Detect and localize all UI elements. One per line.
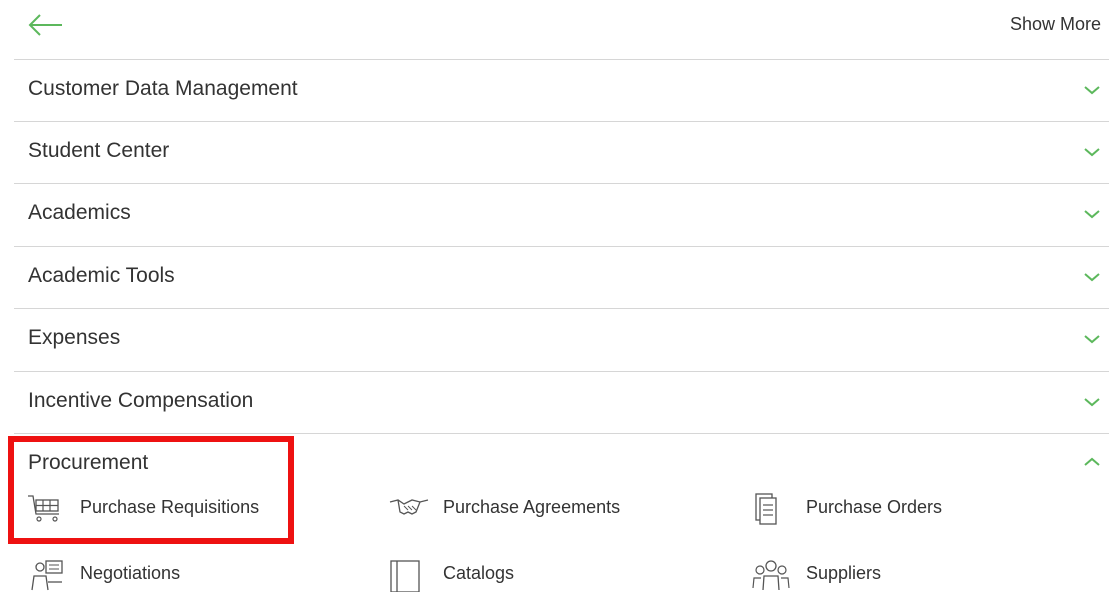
- section-academic-tools[interactable]: Academic Tools: [14, 246, 1109, 308]
- section-student-center[interactable]: Student Center: [14, 121, 1109, 183]
- tile-purchase-orders[interactable]: Purchase Orders: [752, 492, 1012, 525]
- tile-label: Suppliers: [806, 563, 882, 583]
- tile-suppliers[interactable]: Suppliers: [750, 558, 990, 591]
- section-label: Student Center: [28, 139, 170, 162]
- section-expenses[interactable]: Expenses: [14, 308, 1109, 370]
- back-arrow-icon[interactable]: [26, 10, 66, 40]
- section-label: Incentive Compensation: [28, 389, 254, 412]
- section-label: Customer Data Management: [28, 77, 298, 100]
- chevron-up-icon[interactable]: [1083, 456, 1101, 468]
- suppliers-icon: [752, 560, 790, 591]
- tile-negotiations[interactable]: Negotiations: [28, 558, 268, 591]
- shopping-cart-icon: [28, 495, 59, 522]
- section-customer-data-management[interactable]: Customer Data Management: [14, 59, 1109, 121]
- chevron-down-icon[interactable]: [1083, 208, 1101, 220]
- document-list-icon: [755, 493, 777, 525]
- chevron-down-icon[interactable]: [1083, 84, 1101, 96]
- section-academics[interactable]: Academics: [14, 183, 1109, 245]
- catalog-icon: [390, 560, 420, 592]
- section-incentive-compensation[interactable]: Incentive Compensation: [14, 371, 1109, 433]
- tile-catalogs[interactable]: Catalogs: [388, 558, 628, 592]
- section-label: Academic Tools: [28, 264, 175, 287]
- top-bar: Show More: [0, 0, 1109, 55]
- section-label: Expenses: [28, 326, 121, 349]
- chevron-down-icon[interactable]: [1083, 271, 1101, 283]
- tile-purchase-requisitions[interactable]: Purchase Requisitions: [26, 492, 286, 524]
- section-label: Procurement: [28, 451, 149, 474]
- chevron-down-icon[interactable]: [1083, 333, 1101, 345]
- tile-label: Purchase Orders: [806, 497, 943, 517]
- tile-label: Purchase Agreements: [443, 497, 621, 517]
- tile-label: Negotiations: [80, 563, 181, 583]
- tile-purchase-agreements[interactable]: Purchase Agreements: [388, 492, 648, 524]
- chevron-down-icon[interactable]: [1083, 396, 1101, 408]
- tile-label: Purchase Requisitions: [80, 497, 260, 517]
- tile-label: Catalogs: [443, 563, 515, 583]
- handshake-icon: [389, 499, 429, 515]
- negotiation-icon: [31, 560, 63, 591]
- show-more-link[interactable]: Show More: [1010, 14, 1101, 35]
- section-label: Academics: [28, 201, 131, 224]
- chevron-down-icon[interactable]: [1083, 146, 1101, 158]
